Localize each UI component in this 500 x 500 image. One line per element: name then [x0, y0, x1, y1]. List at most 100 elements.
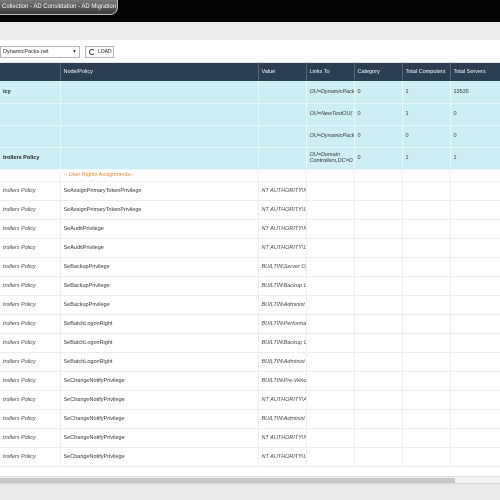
row-policy-name: trollers Policy: [0, 276, 61, 296]
group-total-servers: 0: [450, 125, 500, 148]
row-value: BUILTIN\Backup Operators: [258, 333, 307, 353]
row-empty-cell: [354, 428, 403, 448]
table-row[interactable]: trollers Policy SeBackupPrivilege BUILTIN\…: [0, 295, 500, 315]
row-empty-cell: [450, 276, 500, 296]
column-header-value[interactable]: Value: [258, 63, 307, 81]
group-value-cell: [258, 103, 307, 126]
row-empty-cell: [306, 181, 355, 201]
group-value-cell: [258, 81, 307, 104]
load-button[interactable]: LOAD: [85, 46, 114, 58]
policy-grid: Node/Policy Value Links To Category Tota…: [0, 63, 500, 467]
column-header-node-policy[interactable]: Node/Policy: [60, 63, 259, 81]
group-links-to: OU=DynamicPack: [306, 125, 355, 148]
row-empty-cell: [402, 276, 451, 296]
row-empty-cell: [306, 257, 355, 277]
row-node-policy: SeChangeNotifyPrivilege: [60, 371, 259, 391]
group-row[interactable]: OU=DynamicPack 0 0 0: [0, 125, 500, 148]
row-empty-cell: [402, 219, 451, 239]
row-policy-name: trollers Policy: [0, 200, 61, 220]
row-empty-cell: [402, 428, 451, 448]
row-value: BUILTIN\Performa Log Users: [258, 314, 307, 334]
row-policy-name: trollers Policy: [0, 257, 61, 277]
row-empty-cell: [306, 447, 355, 467]
section-spacer: [0, 169, 61, 182]
row-empty-cell: [306, 352, 355, 372]
table-row[interactable]: trollers Policy SeAssignPrimaryTokenPrivi…: [0, 200, 500, 220]
table-row[interactable]: trollers Policy SeChangeNotifyPrivilege NT…: [0, 390, 500, 410]
group-total-computers: 1: [402, 103, 451, 126]
row-empty-cell: [354, 219, 403, 239]
row-empty-cell: [402, 295, 451, 315]
grid-header-row: Node/Policy Value Links To Category Tota…: [0, 63, 500, 81]
domain-select[interactable]: DynamicPacks.net ▼: [0, 46, 80, 58]
row-policy-name: trollers Policy: [0, 181, 61, 201]
row-empty-cell: [450, 371, 500, 391]
row-policy-name: trollers Policy: [0, 371, 61, 391]
row-empty-cell: [306, 295, 355, 315]
group-row[interactable]: trollers Policy OU=Domain Controllers,DC=…: [0, 147, 500, 170]
row-empty-cell: [306, 200, 355, 220]
group-value-cell: [258, 147, 307, 170]
ribbon-strip: [0, 22, 500, 40]
row-empty-cell: [306, 333, 355, 353]
group-policy-name: [0, 125, 61, 148]
load-button-label: LOAD: [98, 49, 112, 55]
row-empty-cell: [354, 257, 403, 277]
title-bar: Collection - AD Consildation - AD Migrat…: [0, 0, 500, 22]
table-row[interactable]: trollers Policy SeBackupPrivilege BUILTIN\…: [0, 257, 500, 277]
table-row[interactable]: trollers Policy SeAssignPrimaryTokenPrivi…: [0, 181, 500, 201]
row-policy-name: trollers Policy: [0, 333, 61, 353]
row-empty-cell: [306, 390, 355, 410]
group-category: 0: [354, 147, 403, 170]
row-node-policy: SeAssignPrimaryTokenPrivilege: [60, 200, 259, 220]
row-policy-name: trollers Policy: [0, 352, 61, 372]
group-links-to: OU=NewTestOU(: [306, 103, 355, 126]
row-empty-cell: [306, 238, 355, 258]
row-empty-cell: [450, 390, 500, 410]
row-node-policy: SeChangeNotifyPrivilege: [60, 447, 259, 467]
column-header-category[interactable]: Category: [354, 63, 403, 81]
row-value: BUILTIN\Administ: [258, 295, 307, 315]
domain-select-value: DynamicPacks.net: [3, 49, 49, 55]
row-empty-cell: [306, 428, 355, 448]
row-node-policy: SeBatchLogonRight: [60, 333, 259, 353]
row-empty-cell: [450, 257, 500, 277]
table-row[interactable]: trollers Policy SeBackupPrivilege BUILTIN\…: [0, 276, 500, 296]
horizontal-scrollbar[interactable]: [0, 476, 500, 483]
table-row[interactable]: trollers Policy SeChangeNotifyPrivilege NT…: [0, 447, 500, 467]
row-value: NT AUTHORITY\LOCA: [258, 238, 307, 258]
group-row[interactable]: OU=NewTestOU(0 1 0: [0, 103, 500, 126]
row-node-policy: SeBackupPrivilege: [60, 257, 259, 277]
row-policy-name: trollers Policy: [0, 314, 61, 334]
section-empty-cell: [450, 169, 500, 182]
column-header-policy[interactable]: [0, 63, 61, 81]
table-row[interactable]: trollers Policy SeChangeNotifyPrivilege NT…: [0, 428, 500, 448]
group-links-to: OU=DynamicPack: [306, 81, 355, 104]
table-row[interactable]: trollers Policy SeAuditPrivilege NT AUTHOR…: [0, 238, 500, 258]
row-empty-cell: [450, 295, 500, 315]
row-node-policy: SeBackupPrivilege: [60, 295, 259, 315]
group-row[interactable]: icy OU=DynamicPack 0 1 13535: [0, 81, 500, 104]
section-empty-cell: [306, 169, 355, 182]
column-header-total-computers[interactable]: Total Computers: [402, 63, 451, 81]
group-total-servers: 1: [450, 147, 500, 170]
section-empty-cell: [402, 169, 451, 182]
chevron-down-icon: ▼: [72, 49, 77, 55]
table-row[interactable]: trollers Policy SeBatchLogonRight BUILTIN\…: [0, 314, 500, 334]
table-row[interactable]: trollers Policy SeBatchLogonRight BUILTIN\…: [0, 352, 500, 372]
row-empty-cell: [402, 257, 451, 277]
group-category: 0: [354, 125, 403, 148]
table-row[interactable]: trollers Policy SeChangeNotifyPrivilege BU…: [0, 409, 500, 429]
column-header-links-to[interactable]: Links To: [306, 63, 355, 81]
row-policy-name: trollers Policy: [0, 238, 61, 258]
row-empty-cell: [450, 447, 500, 467]
section-title: -- User Rights Assignments--: [60, 169, 259, 182]
group-policy-name: icy: [0, 81, 61, 104]
row-node-policy: SeBatchLogonRight: [60, 352, 259, 372]
column-header-total-servers[interactable]: Total Servers: [450, 63, 500, 81]
row-value: NT AUTHORITY\LOCA: [258, 447, 307, 467]
table-row[interactable]: trollers Policy SeChangeNotifyPrivilege BU…: [0, 371, 500, 391]
row-value: NT AUTHORITY\NETV: [258, 181, 307, 201]
table-row[interactable]: trollers Policy SeBatchLogonRight BUILTIN\…: [0, 333, 500, 353]
table-row[interactable]: trollers Policy SeAuditPrivilege NT AUTHOR…: [0, 219, 500, 239]
